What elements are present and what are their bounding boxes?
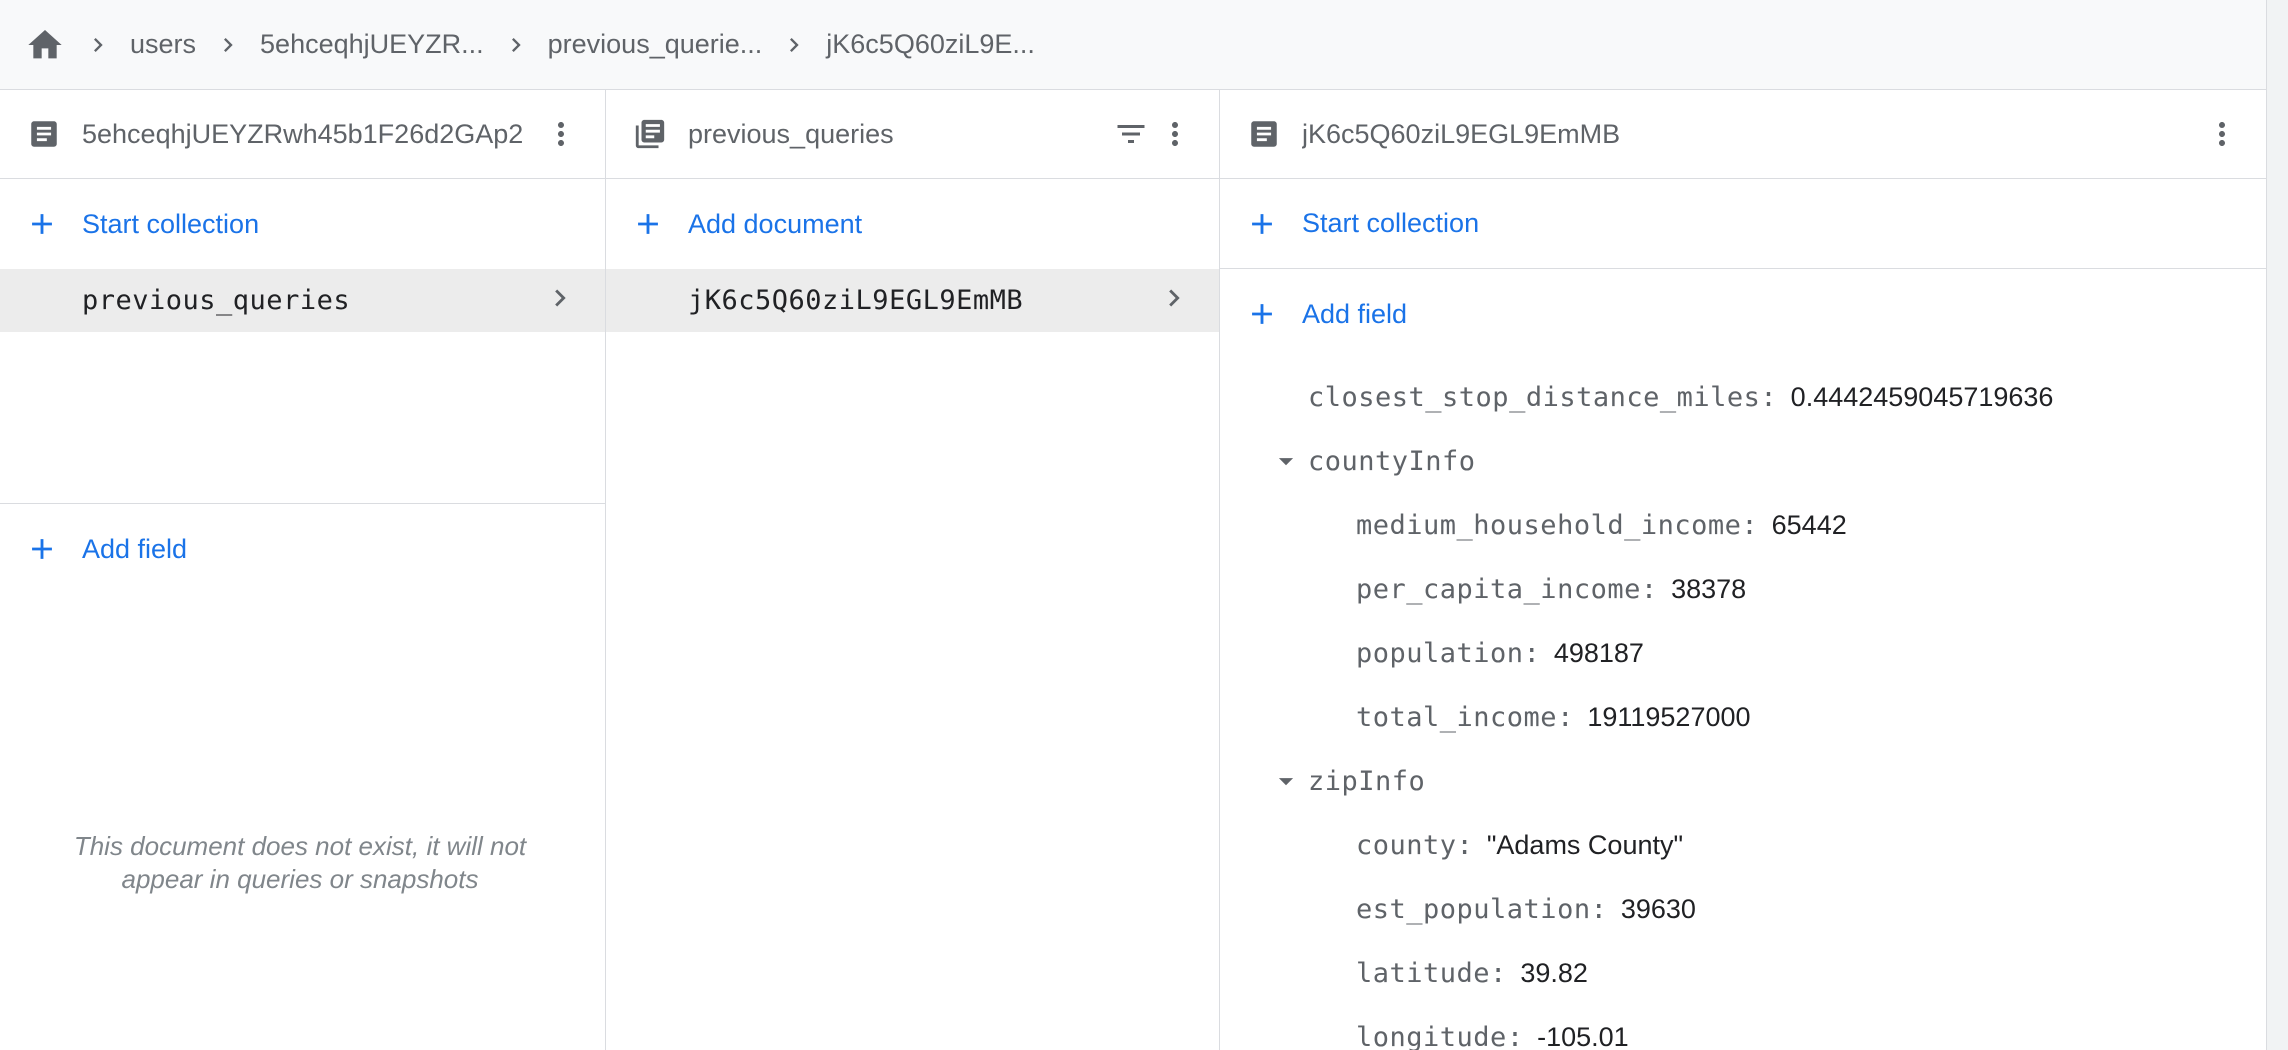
field-row-map[interactable]: zipInfo <box>1220 749 2266 813</box>
field-row[interactable]: est_population: 39630 <box>1220 877 2266 941</box>
chevron-right-icon <box>774 25 814 65</box>
document-panel-query: jK6c5Q60ziL9EGL9EmMB Start collection Ad… <box>1220 90 2266 1050</box>
field-row[interactable]: per_capita_income: 38378 <box>1220 557 2266 621</box>
field-row[interactable]: closest_stop_distance_miles: 0.444245904… <box>1220 365 2266 429</box>
field-key: latitude <box>1356 957 1491 989</box>
field-value: 39630 <box>1620 893 1696 924</box>
document-icon <box>1246 116 1282 152</box>
panel-title: previous_queries <box>688 118 894 149</box>
add-icon <box>1244 296 1280 332</box>
breadcrumb-item-users[interactable]: users <box>130 29 196 60</box>
collection-name: previous_queries <box>82 285 351 316</box>
chevron-right-icon <box>1157 281 1191 320</box>
list-item-collection[interactable]: previous_queries <box>0 269 605 332</box>
add-field-button[interactable]: Add field <box>1220 269 2266 359</box>
chevron-right-icon <box>543 281 577 320</box>
filter-icon[interactable] <box>1109 112 1153 156</box>
arrow-drop-down-icon[interactable] <box>1264 439 1308 483</box>
start-collection-label: Start collection <box>1302 208 1480 238</box>
document-id: jK6c5Q60ziL9EGL9EmMB <box>688 285 1024 316</box>
breadcrumb-item-document[interactable]: jK6c5Q60ziL9E... <box>826 29 1035 60</box>
home-icon[interactable] <box>24 24 66 66</box>
field-key: county <box>1356 829 1457 861</box>
field-row-map[interactable]: countyInfo <box>1220 429 2266 493</box>
field-list: closest_stop_distance_miles: 0.444245904… <box>1220 359 2266 1050</box>
start-collection-label: Start collection <box>82 208 260 239</box>
collection-icon <box>632 116 668 152</box>
panel-header: previous_queries <box>606 90 1219 179</box>
more-vert-icon[interactable] <box>2200 112 2244 156</box>
field-row[interactable]: total_income: 19119527000 <box>1220 685 2266 749</box>
empty-document-message: This document does not exist, it will no… <box>73 831 527 894</box>
document-panel-user: 5ehceqhjUEYZRwh45b1F26d2GAp2 Start colle… <box>0 90 606 1050</box>
panel-title: jK6c5Q60ziL9EGL9EmMB <box>1302 118 1621 149</box>
document-icon <box>26 116 62 152</box>
field-value: 38378 <box>1671 573 1747 604</box>
panel-header: jK6c5Q60ziL9EGL9EmMB <box>1220 90 2266 179</box>
scrollbar[interactable] <box>2266 0 2288 1050</box>
add-document-button[interactable]: Add document <box>606 179 1219 269</box>
add-icon <box>1244 206 1280 242</box>
add-field-label: Add field <box>1302 298 1408 329</box>
field-row[interactable]: county: "Adams County" <box>1220 813 2266 877</box>
field-key: total_income <box>1356 701 1558 733</box>
field-key: medium_household_income <box>1356 509 1742 541</box>
breadcrumb-item-user-doc[interactable]: 5ehceqhjUEYZR... <box>260 29 484 60</box>
field-value: "Adams County" <box>1486 829 1684 860</box>
start-collection-button[interactable]: Start collection <box>1220 179 2266 269</box>
field-value: 65442 <box>1771 509 1847 540</box>
field-row[interactable]: latitude: 39.82 <box>1220 941 2266 1005</box>
field-key: longitude <box>1356 1021 1507 1050</box>
field-key: closest_stop_distance_miles <box>1308 381 1761 413</box>
field-value: -105.01 <box>1537 1021 1629 1050</box>
add-icon <box>630 206 666 242</box>
field-row[interactable]: population: 498187 <box>1220 621 2266 685</box>
add-icon <box>24 531 60 567</box>
more-vert-icon[interactable] <box>539 112 583 156</box>
list-item-document[interactable]: jK6c5Q60ziL9EGL9EmMB <box>606 269 1219 332</box>
field-value: 0.4442459045719636 <box>1790 381 2054 412</box>
collection-panel: previous_queries Add document jK6c5Q60zi… <box>606 90 1220 1050</box>
add-field-label: Add field <box>82 533 188 564</box>
arrow-drop-down-icon[interactable] <box>1264 759 1308 803</box>
chevron-right-icon <box>496 25 536 65</box>
add-field-button[interactable]: Add field <box>0 504 605 594</box>
field-row[interactable]: longitude: -105.01 <box>1220 1005 2266 1050</box>
breadcrumb: users 5ehceqhjUEYZR... previous_querie..… <box>0 0 2266 90</box>
panel-header: 5ehceqhjUEYZRwh45b1F26d2GAp2 <box>0 90 605 179</box>
field-row[interactable]: medium_household_income: 65442 <box>1220 493 2266 557</box>
field-key: zipInfo <box>1308 765 1426 797</box>
add-document-label: Add document <box>688 208 863 239</box>
field-value: 39.82 <box>1520 957 1588 988</box>
more-vert-icon[interactable] <box>1153 112 1197 156</box>
panel-title: 5ehceqhjUEYZRwh45b1F26d2GAp2 <box>82 118 524 149</box>
field-key: est_population <box>1356 893 1591 925</box>
field-value: 19119527000 <box>1587 701 1751 732</box>
add-icon <box>24 206 60 242</box>
field-key: countyInfo <box>1308 445 1476 477</box>
chevron-right-icon <box>78 25 118 65</box>
field-key: population <box>1356 637 1524 669</box>
field-value: 498187 <box>1553 637 1644 668</box>
chevron-right-icon <box>208 25 248 65</box>
breadcrumb-item-collection[interactable]: previous_querie... <box>548 29 763 60</box>
field-key: per_capita_income <box>1356 573 1641 605</box>
start-collection-button[interactable]: Start collection <box>0 179 605 269</box>
